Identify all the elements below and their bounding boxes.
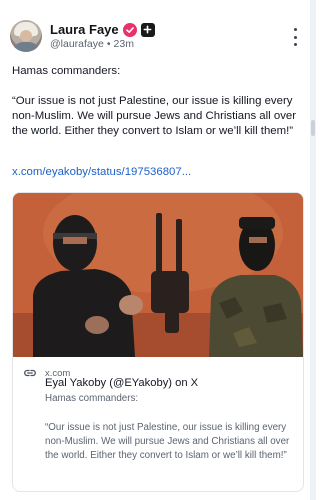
scrollbar[interactable] [310, 0, 316, 500]
author-handle[interactable]: @laurafaye [50, 38, 104, 50]
post-time[interactable]: 23m [114, 38, 134, 50]
author-name-row: Laura Faye [50, 22, 155, 37]
scrollbar-thumb[interactable] [311, 120, 315, 136]
post-link[interactable]: x.com/eyakoby/status/197536807... [12, 166, 191, 178]
post-card: Laura Faye @laurafaye • 23m Hamas comman… [0, 0, 316, 500]
verified-badge-icon [122, 22, 137, 37]
meta-separator: • [106, 38, 111, 50]
link-description: “Our issue is not just Palestine, our is… [45, 422, 290, 461]
avatar-shirt [13, 42, 39, 52]
link-title[interactable]: Eyal Yakoby (@EYakoby) on X [45, 377, 198, 389]
author-name[interactable]: Laura Faye [50, 22, 119, 37]
author-avatar[interactable] [10, 20, 42, 52]
post-text-line: Hamas commanders: [12, 65, 121, 77]
link-subtitle: Hamas commanders: [45, 393, 139, 404]
link-icon [24, 369, 36, 377]
post-text-quote: “Our issue is not just Palestine, our is… [12, 95, 297, 137]
more-options-icon[interactable] [290, 28, 300, 46]
avatar-face [20, 30, 32, 42]
post-meta: @laurafaye • 23m [50, 38, 134, 50]
link-preview-card[interactable]: x.com Eyal Yakoby (@EYakoby) on X Hamas … [12, 192, 304, 492]
plus-badge-icon [140, 22, 155, 37]
thumbnail-illustration [13, 193, 303, 357]
video-thumbnail[interactable] [13, 193, 303, 357]
